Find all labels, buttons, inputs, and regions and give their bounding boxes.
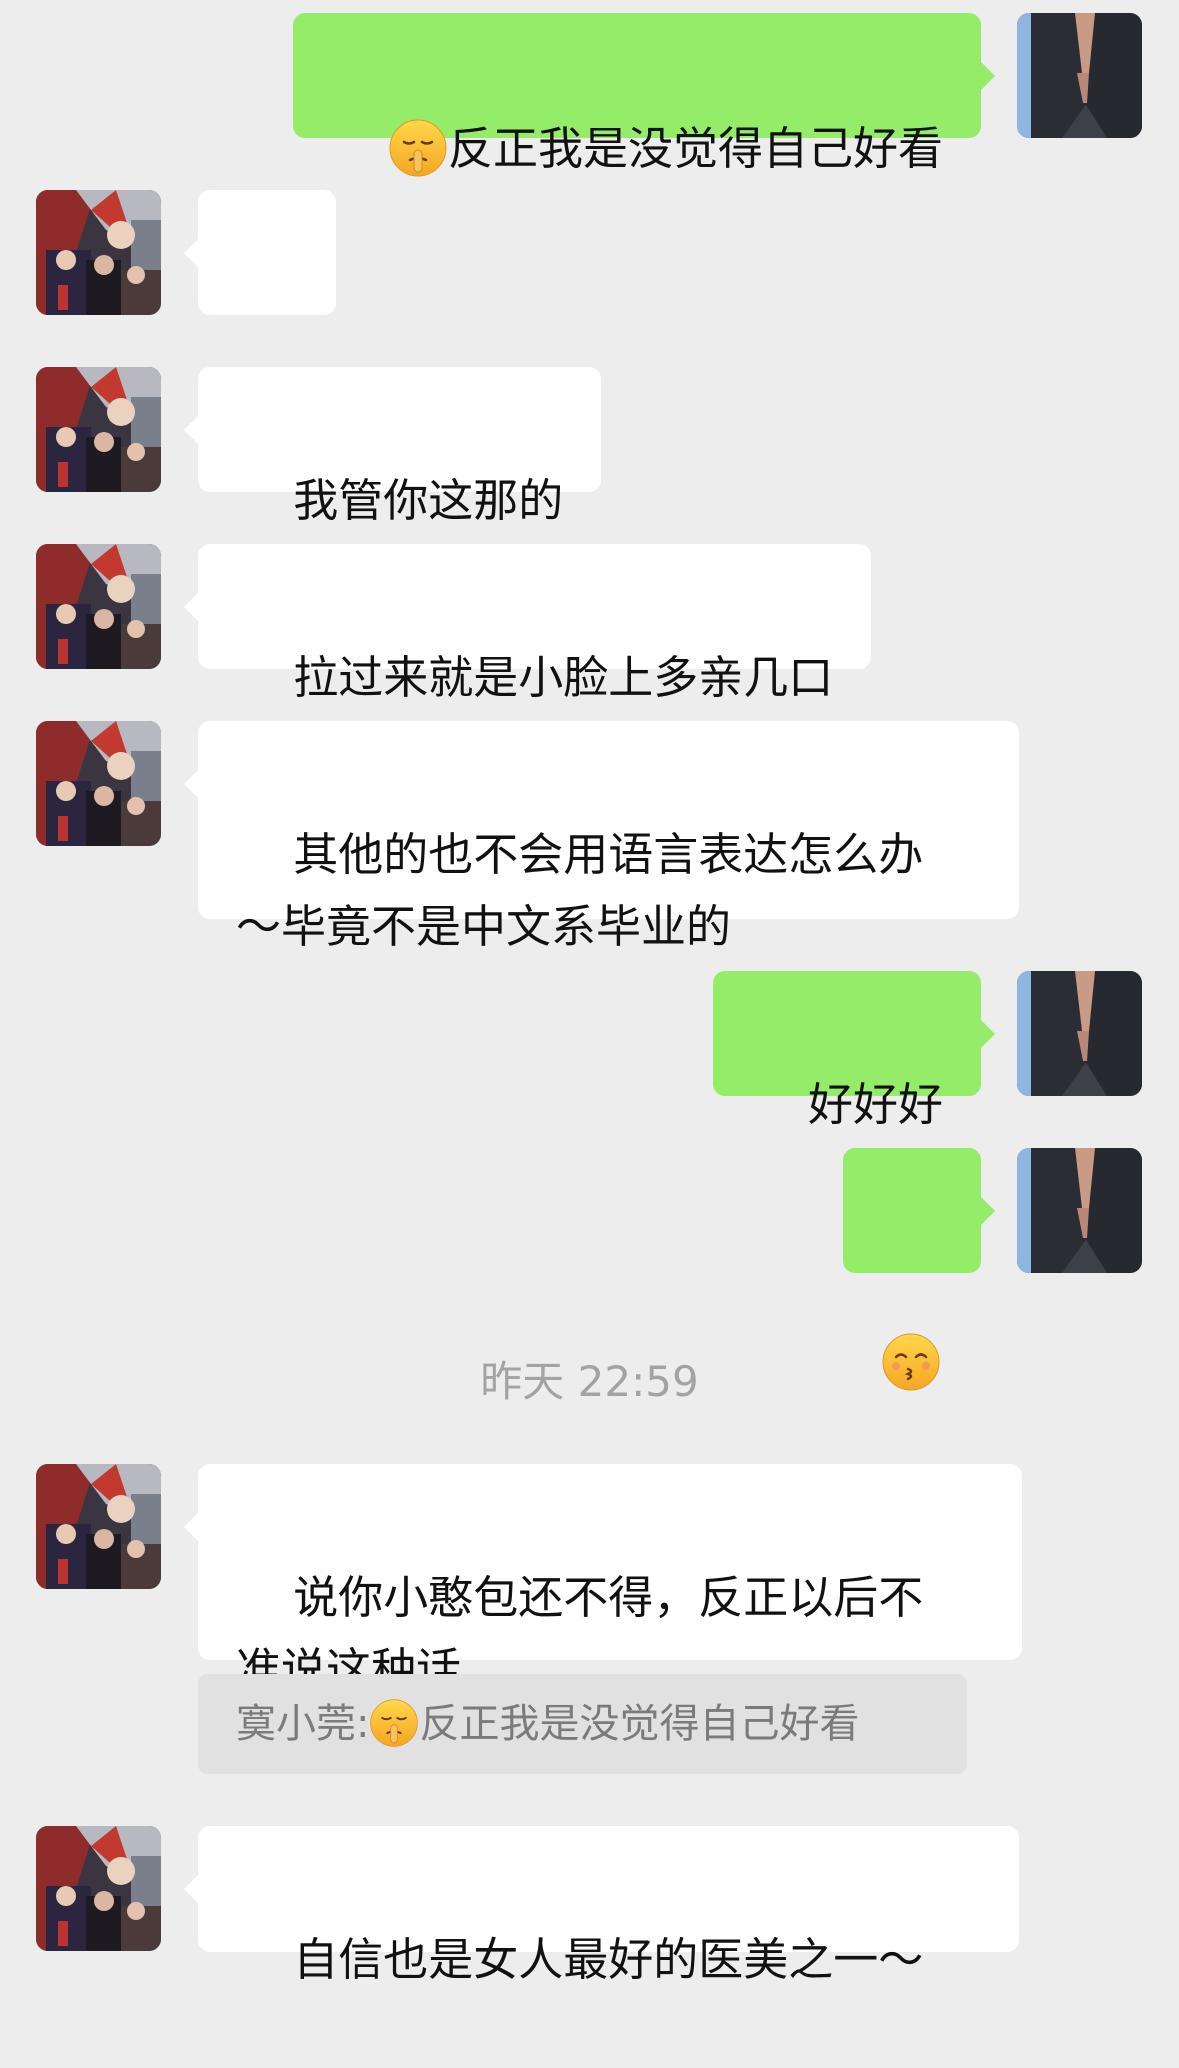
timestamp: 昨天 22:59 xyxy=(480,1357,699,1406)
self-avatar[interactable] xyxy=(1017,971,1142,1096)
message-bubble-incoming[interactable]: 其他的也不会用语言表达怎么办 ～毕竟不是中文系毕业的 xyxy=(184,721,1019,953)
message-bubble-incoming[interactable] xyxy=(184,190,336,315)
contact-avatar[interactable] xyxy=(36,1826,161,1951)
quote-text: 反正我是没觉得自己好看 xyxy=(419,1701,860,1747)
shushing-face-icon xyxy=(388,118,448,178)
quote-sender: 寞小莞: xyxy=(236,1701,370,1747)
contact-avatar[interactable] xyxy=(36,544,161,669)
contact-avatar[interactable] xyxy=(36,190,161,315)
message-bubble-outgoing[interactable]: 反正我是没觉得自己好看 xyxy=(292,13,996,138)
message-text: 我管你这那的 xyxy=(293,474,564,527)
self-avatar[interactable] xyxy=(1017,1148,1142,1273)
contact-avatar[interactable] xyxy=(36,367,161,492)
contact-avatar[interactable] xyxy=(36,1464,161,1589)
message-text: 其他的也不会用语言表达怎么办 ～毕竟不是中文系毕业的 xyxy=(236,828,924,953)
message-text: 好好好 xyxy=(807,1078,943,1131)
message-bubble-outgoing[interactable] xyxy=(843,1148,995,1273)
quoted-message[interactable]: 寞小莞: 反正我是没觉得自己好看 xyxy=(198,1674,967,1774)
self-avatar[interactable] xyxy=(1017,13,1142,138)
message-text: 自信也是女人最好的医美之一～ xyxy=(293,1933,924,1986)
message-bubble-outgoing[interactable]: 好好好 xyxy=(712,971,996,1131)
message-bubble-incoming[interactable]: 拉过来就是小脸上多亲几口 xyxy=(183,544,872,704)
message-bubble-incoming[interactable]: 说你小憨包还不得，反正以后不 准说这种话 xyxy=(184,1464,1022,1696)
shushing-face-icon xyxy=(369,1698,419,1748)
message-bubble-incoming[interactable]: 我管你这那的 xyxy=(183,367,602,527)
message-bubble-incoming[interactable]: 自信也是女人最好的医美之一～ xyxy=(184,1826,1019,1986)
message-text: 反正我是没觉得自己好看 xyxy=(447,122,943,175)
contact-avatar[interactable] xyxy=(36,721,161,846)
message-text: 拉过来就是小脸上多亲几口 xyxy=(293,651,834,704)
